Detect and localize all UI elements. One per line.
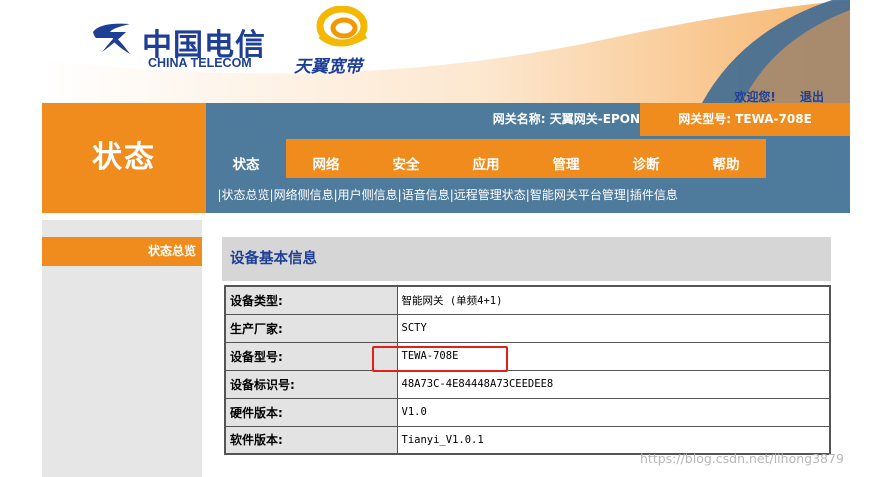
row-value: V1.0 xyxy=(396,397,831,427)
welcome-link[interactable]: 欢迎您! xyxy=(734,90,775,103)
row-label: 设备型号: xyxy=(224,341,398,371)
row-value: 48A73C-4E84448A73CEEDEE8 xyxy=(396,369,831,399)
device-info-table: 设备类型: 智能网关 (单频4+1) 生产厂家: SCTY 设备型号: TEWA… xyxy=(224,285,831,455)
tab-status[interactable]: 状态 xyxy=(206,139,286,178)
row-label: 设备标识号: xyxy=(224,369,398,399)
router-admin-page: 中国电信 CHINA TELECOM 天翼宽带 欢迎您! 退出 状态 网关名称:… xyxy=(42,0,850,477)
table-row: 生产厂家: SCTY xyxy=(224,313,831,343)
row-value: 智能网关 (单频4+1) xyxy=(396,285,831,315)
subnav-plugin-info[interactable]: 插件信息 xyxy=(630,188,678,202)
logo-english-text: CHINA TELECOM xyxy=(148,56,252,70)
row-value: Tianyi_V1.0.1 xyxy=(396,425,831,455)
subnav-status-overview[interactable]: 状态总览 xyxy=(222,188,270,202)
row-label: 硬件版本: xyxy=(224,397,398,427)
top-links: 欢迎您! 退出 xyxy=(714,88,824,103)
tab-security[interactable]: 安全 xyxy=(366,139,446,178)
subnav-separator: | xyxy=(206,188,222,202)
row-label: 软件版本: xyxy=(224,425,398,455)
tianyi-emblem-icon xyxy=(316,6,368,47)
row-label: 设备类型: xyxy=(224,285,398,315)
logout-link[interactable]: 退出 xyxy=(800,90,824,103)
tab-row: 状态 网络 安全 应用 管理 诊断 帮助 xyxy=(206,136,850,178)
table-row: 硬件版本: V1.0 xyxy=(224,397,831,427)
subnav-smart-gateway-platform[interactable]: 智能网关平台管理 xyxy=(530,188,626,202)
main-content: 设备基本信息 设备类型: 智能网关 (单频4+1) 生产厂家: SCTY 设备型… xyxy=(206,220,850,477)
tab-network[interactable]: 网络 xyxy=(286,139,366,178)
row-value: TEWA-708E xyxy=(396,341,831,371)
subnav-network-info[interactable]: 网络侧信息 xyxy=(274,188,334,202)
tianyi-text: 天翼宽带 xyxy=(294,57,362,77)
row-value: SCTY xyxy=(396,313,831,343)
gateway-model: 网关型号: TEWA-708E xyxy=(640,103,850,136)
subnav-remote-mgmt[interactable]: 远程管理状态 xyxy=(454,188,526,202)
tab-diagnostics[interactable]: 诊断 xyxy=(606,139,686,178)
gateway-name: 网关名称: 天翼网关-EPON xyxy=(492,112,640,126)
china-telecom-emblem-icon xyxy=(93,23,130,54)
row-label: 生产厂家: xyxy=(224,313,398,343)
sub-navigation: |状态总览|网络侧信息|用户侧信息|语音信息|远程管理状态|智能网关平台管理|插… xyxy=(206,178,850,213)
table-row: 设备类型: 智能网关 (单频4+1) xyxy=(224,285,831,315)
sidebar: 状态总览 xyxy=(42,220,202,477)
subnav-user-info[interactable]: 用户侧信息 xyxy=(338,188,398,202)
tab-application[interactable]: 应用 xyxy=(446,139,526,178)
section-title: 状态 xyxy=(42,103,206,213)
nav-right: 网关名称: 天翼网关-EPON 网关型号: TEWA-708E 状态 网络 安全… xyxy=(206,103,850,213)
tab-management[interactable]: 管理 xyxy=(526,139,606,178)
panel-title: 设备基本信息 xyxy=(222,237,831,281)
sidebar-item-status-overview[interactable]: 状态总览 xyxy=(42,237,202,266)
watermark: https://blog.csdn.net/lihong3879 xyxy=(640,451,844,466)
gateway-info-bar: 网关名称: 天翼网关-EPON 网关型号: TEWA-708E xyxy=(206,103,850,136)
subnav-voice-info[interactable]: 语音信息 xyxy=(402,188,450,202)
table-row: 软件版本: Tianyi_V1.0.1 xyxy=(224,425,831,455)
header: 中国电信 CHINA TELECOM 天翼宽带 欢迎您! 退出 xyxy=(42,0,850,103)
table-row: 设备标识号: 48A73C-4E84448A73CEEDEE8 xyxy=(224,369,831,399)
nav-band: 状态 网关名称: 天翼网关-EPON 网关型号: TEWA-708E 状态 网络… xyxy=(42,103,850,213)
tab-help[interactable]: 帮助 xyxy=(686,139,766,178)
main-tabs: 状态 网络 安全 应用 管理 诊断 帮助 xyxy=(206,139,766,178)
table-row: 设备型号: TEWA-708E xyxy=(224,341,831,371)
